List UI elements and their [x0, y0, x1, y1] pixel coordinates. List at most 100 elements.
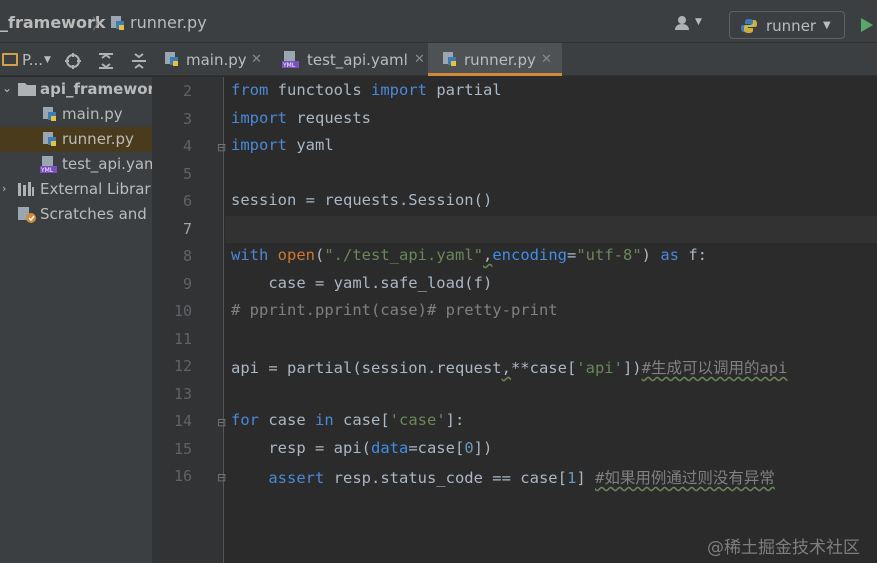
tree-item-label: runner.py [62, 130, 134, 148]
code-token: case[ [333, 411, 390, 429]
code-token: open [277, 246, 315, 264]
code-token: ]: [445, 411, 465, 429]
breadcrumb-file[interactable]: runner.py [130, 13, 207, 32]
project-tree: ⌄ api_framework main.py runner.py YML te… [0, 77, 152, 563]
tree-item-label: main.py [62, 105, 123, 123]
close-icon[interactable]: ✕ [251, 52, 262, 67]
python-file-icon [164, 51, 180, 71]
code-token: "utf-8" [576, 246, 642, 264]
code-token: ] [576, 469, 595, 487]
code-token: session = requests.Session() [231, 191, 493, 209]
line-number: 14 [173, 412, 192, 430]
tree-item-api-framework[interactable]: ⌄ api_framework [0, 77, 152, 102]
code-token: , [482, 246, 493, 264]
code-line[interactable]: import requests [231, 109, 371, 127]
project-panel-header: P... ▼ [0, 43, 152, 76]
scratches-icon [17, 206, 37, 228]
tree-item-label: Scratches and C [40, 205, 152, 223]
tree-item-main-py[interactable]: main.py [0, 102, 152, 127]
line-number: 7 [182, 219, 192, 238]
code-token: #生成可以调用的api [641, 359, 788, 377]
code-token: ) [641, 246, 661, 264]
code-line[interactable]: # pprint.pprint(case)# pretty-print [231, 301, 558, 319]
code-token: assert [268, 469, 325, 487]
line-number: 10 [173, 302, 192, 320]
line-number: 8 [182, 247, 192, 265]
tree-item-external-libraries[interactable]: › External Librarie [0, 177, 152, 202]
line-number: 9 [182, 274, 192, 293]
library-icon [17, 181, 35, 201]
tab-main-py[interactable]: main.py ✕ [152, 43, 266, 76]
code-token: f: [679, 246, 707, 264]
tab-runner-py[interactable]: runner.py ✕ [428, 43, 562, 76]
code-line[interactable]: case = yaml.safe_load(f) [231, 274, 492, 292]
code-token: #如果用例通过则没有异常 [594, 469, 775, 487]
code-line[interactable]: api = partial(session.request,**case['ap… [231, 356, 787, 378]
python-file-icon [442, 51, 458, 71]
code-token: 'case' [389, 411, 446, 429]
code-line[interactable]: for case in case['case']: [231, 411, 464, 429]
code-token: yaml [287, 136, 334, 154]
tree-item-label: External Librarie [40, 180, 152, 198]
code-token: from [231, 81, 269, 99]
code-line[interactable]: assert resp.status_code == case[1] #如果用例… [231, 466, 775, 488]
code-line[interactable]: import yaml [231, 136, 334, 154]
chevron-down-icon[interactable]: ⌄ [2, 81, 12, 95]
tree-item-runner-py[interactable]: runner.py [0, 127, 152, 152]
project-view-icon [2, 53, 18, 66]
fold-marker-icon[interactable]: ⊟ [217, 416, 226, 429]
code-token: **case[ [510, 359, 577, 377]
run-icon[interactable] [860, 17, 874, 37]
breadcrumb-project[interactable]: _framework [0, 13, 105, 32]
locate-file-icon[interactable] [64, 52, 82, 74]
tab-label: test_api.yaml [307, 51, 408, 69]
run-configuration-label: runner [766, 17, 817, 35]
tree-item-test-api-yaml[interactable]: YML test_api.yam [0, 152, 152, 177]
code-token: api = partial(session.request [231, 359, 502, 377]
line-number: 12 [173, 357, 192, 375]
tab-label: main.py [186, 51, 247, 69]
chevron-right-icon[interactable]: › [2, 182, 6, 195]
code-token: ]) [473, 438, 493, 457]
yaml-file-icon: YML [40, 156, 58, 178]
close-icon[interactable]: ✕ [541, 52, 552, 67]
code-token: 1 [566, 469, 577, 487]
dropdown-arrow-icon: ▼ [823, 20, 831, 31]
expand-all-icon[interactable] [97, 52, 115, 74]
code-line[interactable]: from functools import partial [231, 81, 502, 99]
tree-item-scratches[interactable]: Scratches and C [0, 202, 152, 227]
code-token: 0 [464, 438, 474, 457]
fold-marker-icon[interactable]: ⊟ [217, 141, 226, 154]
line-number: 11 [173, 329, 192, 348]
code-token: partial [426, 81, 502, 99]
code-token: requests [287, 108, 371, 127]
code-token: functools [268, 81, 371, 99]
navigation-bar: _framework 〉 runner.py ▼ runner ▼ [0, 0, 877, 43]
watermark: @稀土掘金技术社区 [707, 538, 860, 558]
line-number: 4 [182, 137, 192, 155]
code-token: for [231, 411, 259, 429]
code-line[interactable]: with open("./test_api.yaml",encoding="ut… [231, 246, 707, 264]
run-configuration-selector[interactable]: runner ▼ [729, 11, 845, 39]
chevron-down-icon[interactable]: ▼ [44, 55, 51, 65]
code-line[interactable]: resp = api(data=case[0]) [231, 439, 492, 457]
line-number: 13 [173, 384, 192, 403]
code-line[interactable]: session = requests.Session() [231, 191, 492, 209]
collapse-all-icon[interactable] [130, 52, 148, 74]
line-number: 2 [182, 82, 192, 100]
close-icon[interactable]: ✕ [414, 52, 425, 67]
project-view-selector[interactable]: P... [22, 51, 43, 69]
user-icon[interactable] [674, 15, 692, 35]
code-token: # pprint.pprint(case)# pretty-print [231, 301, 558, 319]
fold-marker-icon[interactable]: ⊟ [217, 471, 226, 484]
tree-item-label: api_framework [40, 80, 152, 98]
tab-test-api-yaml[interactable]: YML test_api.yaml ✕ [266, 43, 428, 76]
code-token: in [315, 411, 334, 429]
yaml-file-icon: YML [282, 51, 300, 73]
line-number: 6 [182, 192, 192, 210]
chevron-down-icon[interactable]: ▼ [695, 17, 702, 27]
code-token: resp = api( [231, 438, 371, 457]
line-number: 5 [182, 164, 192, 183]
code-token: case = yaml.safe_load(f) [231, 273, 493, 292]
